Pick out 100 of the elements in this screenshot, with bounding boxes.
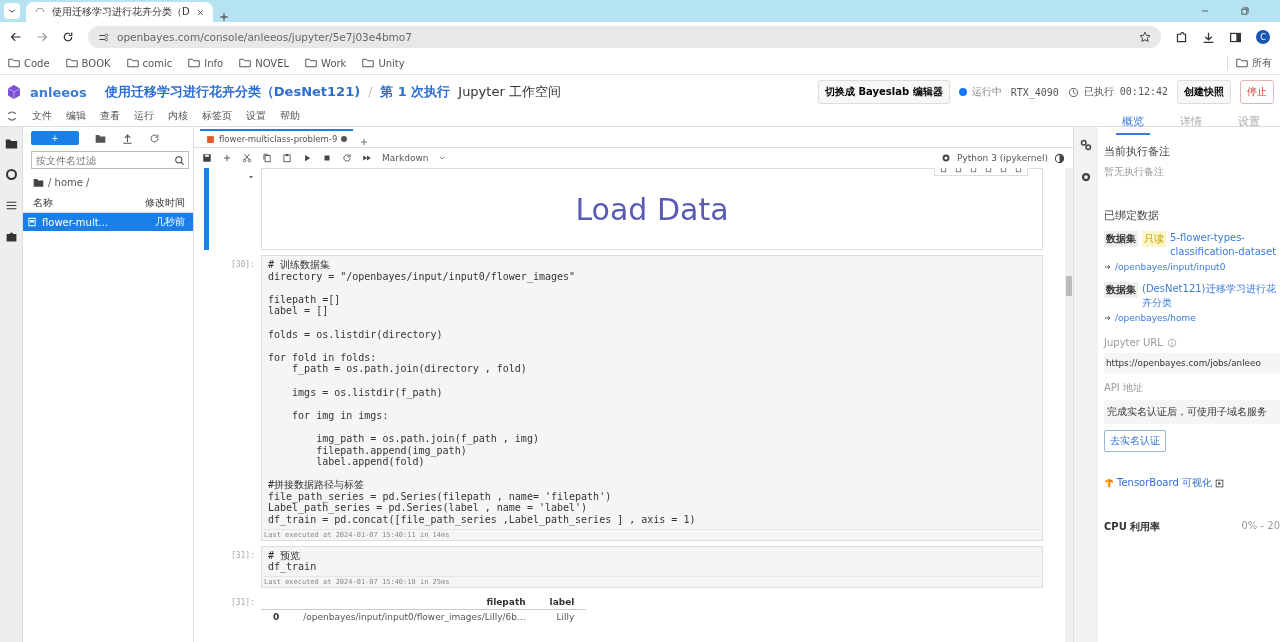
execution-link[interactable]: 第 1 次执行 bbox=[380, 83, 451, 101]
back-icon[interactable] bbox=[10, 31, 22, 43]
running-circle-icon[interactable] bbox=[4, 168, 18, 181]
menu-item[interactable]: 设置 bbox=[246, 109, 266, 123]
menu-item[interactable]: 标签页 bbox=[202, 109, 232, 123]
info-icon bbox=[1166, 337, 1177, 348]
arrow-right-icon bbox=[1104, 263, 1112, 271]
mount-path: /openbayes/input/input0 bbox=[1115, 262, 1226, 272]
new-tab-icon[interactable] bbox=[218, 12, 229, 22]
code-cell[interactable] bbox=[261, 255, 1043, 541]
menu-item[interactable]: 查看 bbox=[100, 109, 120, 123]
gears-icon[interactable] bbox=[1080, 139, 1092, 151]
menu-item[interactable]: 文件 bbox=[32, 109, 52, 123]
close-icon[interactable] bbox=[195, 7, 205, 17]
breadcrumb-path[interactable]: / home / bbox=[48, 177, 90, 188]
user-link[interactable]: anleeos bbox=[30, 84, 87, 100]
reload-icon[interactable] bbox=[62, 31, 74, 43]
new-folder-icon[interactable] bbox=[95, 132, 106, 144]
snapshot-button[interactable]: 创建快照 bbox=[1177, 80, 1231, 104]
workspace-title: Jupyter 工作空间 bbox=[458, 83, 561, 101]
site-settings-icon[interactable] bbox=[98, 31, 109, 43]
tensorboard-logo-icon bbox=[1104, 478, 1114, 488]
section-title: 已绑定数据 bbox=[1104, 209, 1160, 223]
folder-icon bbox=[305, 57, 318, 69]
cell-prompt: [31]: bbox=[229, 549, 255, 562]
stop-button[interactable]: 停止 bbox=[1240, 80, 1274, 104]
kernel-status-icon bbox=[1054, 152, 1065, 164]
dataset-link[interactable]: (DesNet121)迁移学习进行花卉分类 bbox=[1142, 282, 1280, 310]
bookmark-folder[interactable]: 所有 bbox=[1227, 56, 1272, 70]
fast-forward-icon[interactable] bbox=[362, 153, 372, 163]
gear-icon[interactable] bbox=[1080, 171, 1092, 183]
bookmark-folder[interactable]: Work bbox=[305, 57, 347, 69]
upload-icon[interactable] bbox=[122, 132, 133, 144]
elapsed-time: 已执行 00:12:42 bbox=[1083, 85, 1168, 99]
folder-icon bbox=[188, 57, 201, 69]
jupyter-logo-icon bbox=[6, 110, 18, 122]
folder-icon bbox=[33, 177, 44, 188]
bookmark-folder[interactable]: comic bbox=[126, 57, 173, 69]
restart-icon[interactable] bbox=[342, 153, 352, 163]
dataset-tag: 数据集 bbox=[1104, 231, 1138, 247]
paste-icon[interactable] bbox=[282, 153, 292, 163]
menu-item[interactable]: 内核 bbox=[168, 109, 188, 123]
list-icon[interactable] bbox=[4, 199, 18, 212]
table-cell: Lilly bbox=[537, 609, 587, 624]
extensions-icon[interactable] bbox=[1175, 30, 1188, 44]
table-cell: /openbayes/input/input0/flower_images/Lilly/6b... bbox=[291, 609, 538, 624]
dataset-tag: 数据集 bbox=[1104, 282, 1138, 298]
address-bar[interactable]: openbayes.com/console/anleeos/jupyter/5e7j03e4bmo7 bbox=[88, 26, 1161, 48]
refresh-icon[interactable] bbox=[149, 132, 160, 144]
search-field[interactable]: 按文件名过滤 bbox=[31, 151, 189, 169]
kernel-name[interactable]: Python 3 (ipykernel) bbox=[957, 153, 1048, 163]
bookmark-star-icon[interactable] bbox=[1139, 31, 1151, 43]
mount-path: /openbayes/home bbox=[1115, 313, 1196, 323]
folder-icon bbox=[65, 57, 78, 69]
stop-icon[interactable] bbox=[322, 153, 332, 163]
cell-type-dropdown[interactable]: Markdown bbox=[382, 153, 429, 163]
profile-avatar[interactable]: C bbox=[1256, 30, 1270, 44]
code-text: # 训练数据集 directory = "/openbayes/input/input0/flower_images" filepath =[] label = [] folds = os.listdir(directory) for fold in folds: f_path = os.path.join(directory , fold) imgs = os.listdir(f_path) for img in imgs: img_path = os.path.join(f_path , img) filepath.append(img_path) label.append(fold) #拼接数据路径与标签 file_path_series = pd.Series(filepath , name= 'filepath') Label_path_series = pd.Series(label , name = 'label') df_train = pd.concat([file_path_series ,Label_path_series ] , axis = 1) bbox=[267, 258, 697, 528]
panel-tab[interactable]: 概览 bbox=[1116, 113, 1150, 135]
column-header[interactable]: 名称 bbox=[33, 196, 53, 210]
metric-label: CPU 利用率 bbox=[1104, 520, 1161, 534]
code-text: # 预览 df_train bbox=[267, 548, 318, 575]
url-field[interactable]: https://openbayes.com/jobs/anleeo bbox=[1104, 353, 1280, 373]
bookmark-folder[interactable]: Unity bbox=[362, 57, 405, 69]
file-row[interactable]: flower-mult... 几秒前 bbox=[23, 213, 193, 231]
menu-item[interactable]: 编辑 bbox=[66, 109, 86, 123]
menu-item[interactable]: 帮助 bbox=[280, 109, 300, 123]
new-tab-icon[interactable] bbox=[359, 137, 370, 147]
scissors-icon[interactable] bbox=[242, 153, 252, 163]
folder-icon[interactable] bbox=[4, 137, 18, 150]
notebook-tab[interactable]: flower-multiclass-problem-9 bbox=[200, 129, 354, 147]
gear-icon[interactable] bbox=[941, 153, 952, 163]
bookmark-folder[interactable]: Info bbox=[188, 57, 224, 69]
restore-icon[interactable] bbox=[1240, 6, 1250, 16]
empty-note: 暂无执行备注 bbox=[1104, 165, 1165, 179]
add-cell-icon[interactable] bbox=[222, 153, 232, 163]
new-launcher-button[interactable]: + bbox=[31, 131, 79, 145]
tensorboard-link[interactable]: TensorBoard 可视化 bbox=[1117, 476, 1212, 490]
caret-icon bbox=[438, 154, 447, 162]
run-icon[interactable] bbox=[302, 153, 312, 163]
verify-button[interactable]: 去实名认证 bbox=[1104, 430, 1166, 452]
bookmark-folder[interactable]: NOVEL bbox=[239, 57, 290, 69]
dataset-link[interactable]: 5-flower-types-classification-dataset bbox=[1170, 231, 1280, 259]
status-label: 运行中 bbox=[971, 85, 1002, 99]
project-link[interactable]: 使用迁移学习进行花卉分类（DesNet121) bbox=[104, 83, 361, 101]
column-header: filepath bbox=[291, 594, 538, 610]
field-label: API 地址 bbox=[1104, 381, 1144, 395]
markdown-cell[interactable]: Load Data bbox=[261, 168, 1043, 250]
menu-item[interactable]: 运行 bbox=[134, 109, 154, 123]
switch-editor-button[interactable]: 切换成 Bayeslab 编辑器 bbox=[818, 80, 950, 104]
bookmark-folder[interactable]: BOOK bbox=[65, 57, 111, 69]
bookmark-folder[interactable]: Code bbox=[8, 57, 50, 69]
download-icon[interactable] bbox=[1202, 30, 1215, 44]
scrollbar-thumb[interactable] bbox=[1066, 276, 1072, 296]
play-box-icon[interactable] bbox=[1214, 478, 1224, 488]
notebook-file-icon bbox=[206, 134, 215, 144]
column-header[interactable]: 修改时间 bbox=[145, 196, 185, 210]
side-panel-icon[interactable] bbox=[1229, 30, 1242, 44]
collapse-caret-icon[interactable] bbox=[247, 173, 255, 181]
folder-icon bbox=[126, 57, 139, 69]
